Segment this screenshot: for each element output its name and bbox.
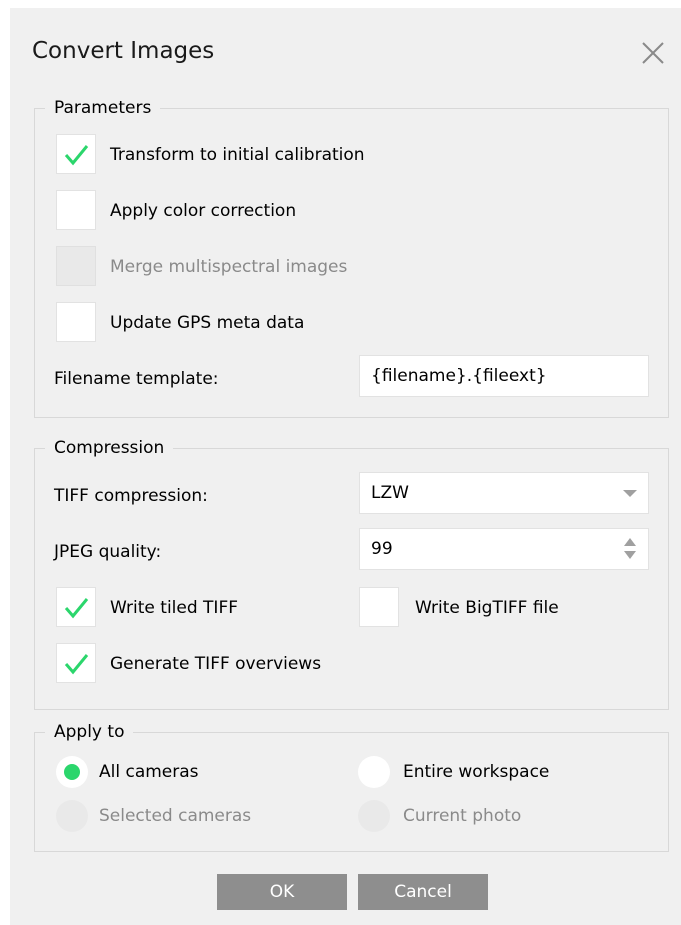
filename-template-input[interactable]: {filename}.{fileext}	[359, 355, 649, 397]
entire-workspace-radio[interactable]	[358, 756, 390, 788]
current-photo-label: Current photo	[403, 806, 522, 826]
compression-group: Compression TIFF compression: LZW JPEG q…	[34, 435, 669, 710]
transform-calibration-label: Transform to initial calibration	[110, 145, 365, 165]
write-tiled-tiff-label: Write tiled TIFF	[110, 598, 239, 618]
merge-multispectral-checkbox	[56, 246, 96, 286]
entire-workspace-label: Entire workspace	[403, 762, 550, 782]
generate-overviews-label: Generate TIFF overviews	[110, 654, 322, 674]
selected-cameras-label: Selected cameras	[99, 806, 252, 826]
all-cameras-label: All cameras	[99, 762, 199, 782]
cancel-button[interactable]: Cancel	[358, 874, 488, 910]
update-gps-label: Update GPS meta data	[110, 313, 305, 333]
tiff-compression-label: TIFF compression:	[54, 486, 208, 506]
current-photo-radio	[358, 800, 390, 832]
write-bigtiff-checkbox[interactable]	[359, 587, 399, 627]
jpeg-quality-value: 99	[371, 539, 393, 559]
transform-calibration-checkbox[interactable]	[56, 134, 96, 174]
apply-to-legend: Apply to	[45, 719, 134, 745]
spin-arrows-icon	[624, 538, 636, 559]
check-icon	[64, 145, 89, 166]
dialog-title: Convert Images	[32, 38, 215, 64]
filename-template-label: Filename template:	[54, 369, 219, 389]
check-icon	[64, 598, 89, 619]
write-tiled-tiff-checkbox[interactable]	[56, 587, 96, 627]
check-icon	[64, 654, 89, 675]
write-bigtiff-label: Write BigTIFF file	[415, 598, 559, 618]
selected-cameras-radio	[56, 800, 88, 832]
tiff-compression-select[interactable]: LZW	[359, 472, 649, 514]
compression-legend: Compression	[45, 435, 174, 461]
parameters-legend: Parameters	[45, 95, 161, 121]
all-cameras-radio[interactable]	[56, 756, 88, 788]
apply-color-correction-checkbox[interactable]	[56, 190, 96, 230]
generate-overviews-checkbox[interactable]	[56, 643, 96, 683]
chevron-down-icon	[623, 490, 637, 497]
radio-selected-dot	[64, 764, 80, 780]
ok-button[interactable]: OK	[217, 874, 347, 910]
jpeg-quality-spinbox[interactable]: 99	[359, 528, 649, 570]
apply-to-group: Apply to All cameras Entire workspace Se…	[34, 719, 669, 852]
merge-multispectral-label: Merge multispectral images	[110, 257, 348, 277]
close-icon[interactable]	[638, 38, 668, 68]
apply-color-correction-label: Apply color correction	[110, 201, 297, 221]
jpeg-quality-label: JPEG quality:	[54, 542, 162, 562]
parameters-group: Parameters Transform to initial calibrat…	[34, 95, 669, 418]
update-gps-checkbox[interactable]	[56, 302, 96, 342]
tiff-compression-value: LZW	[371, 483, 409, 503]
convert-images-dialog: Convert Images Parameters Transform to i…	[10, 8, 681, 925]
